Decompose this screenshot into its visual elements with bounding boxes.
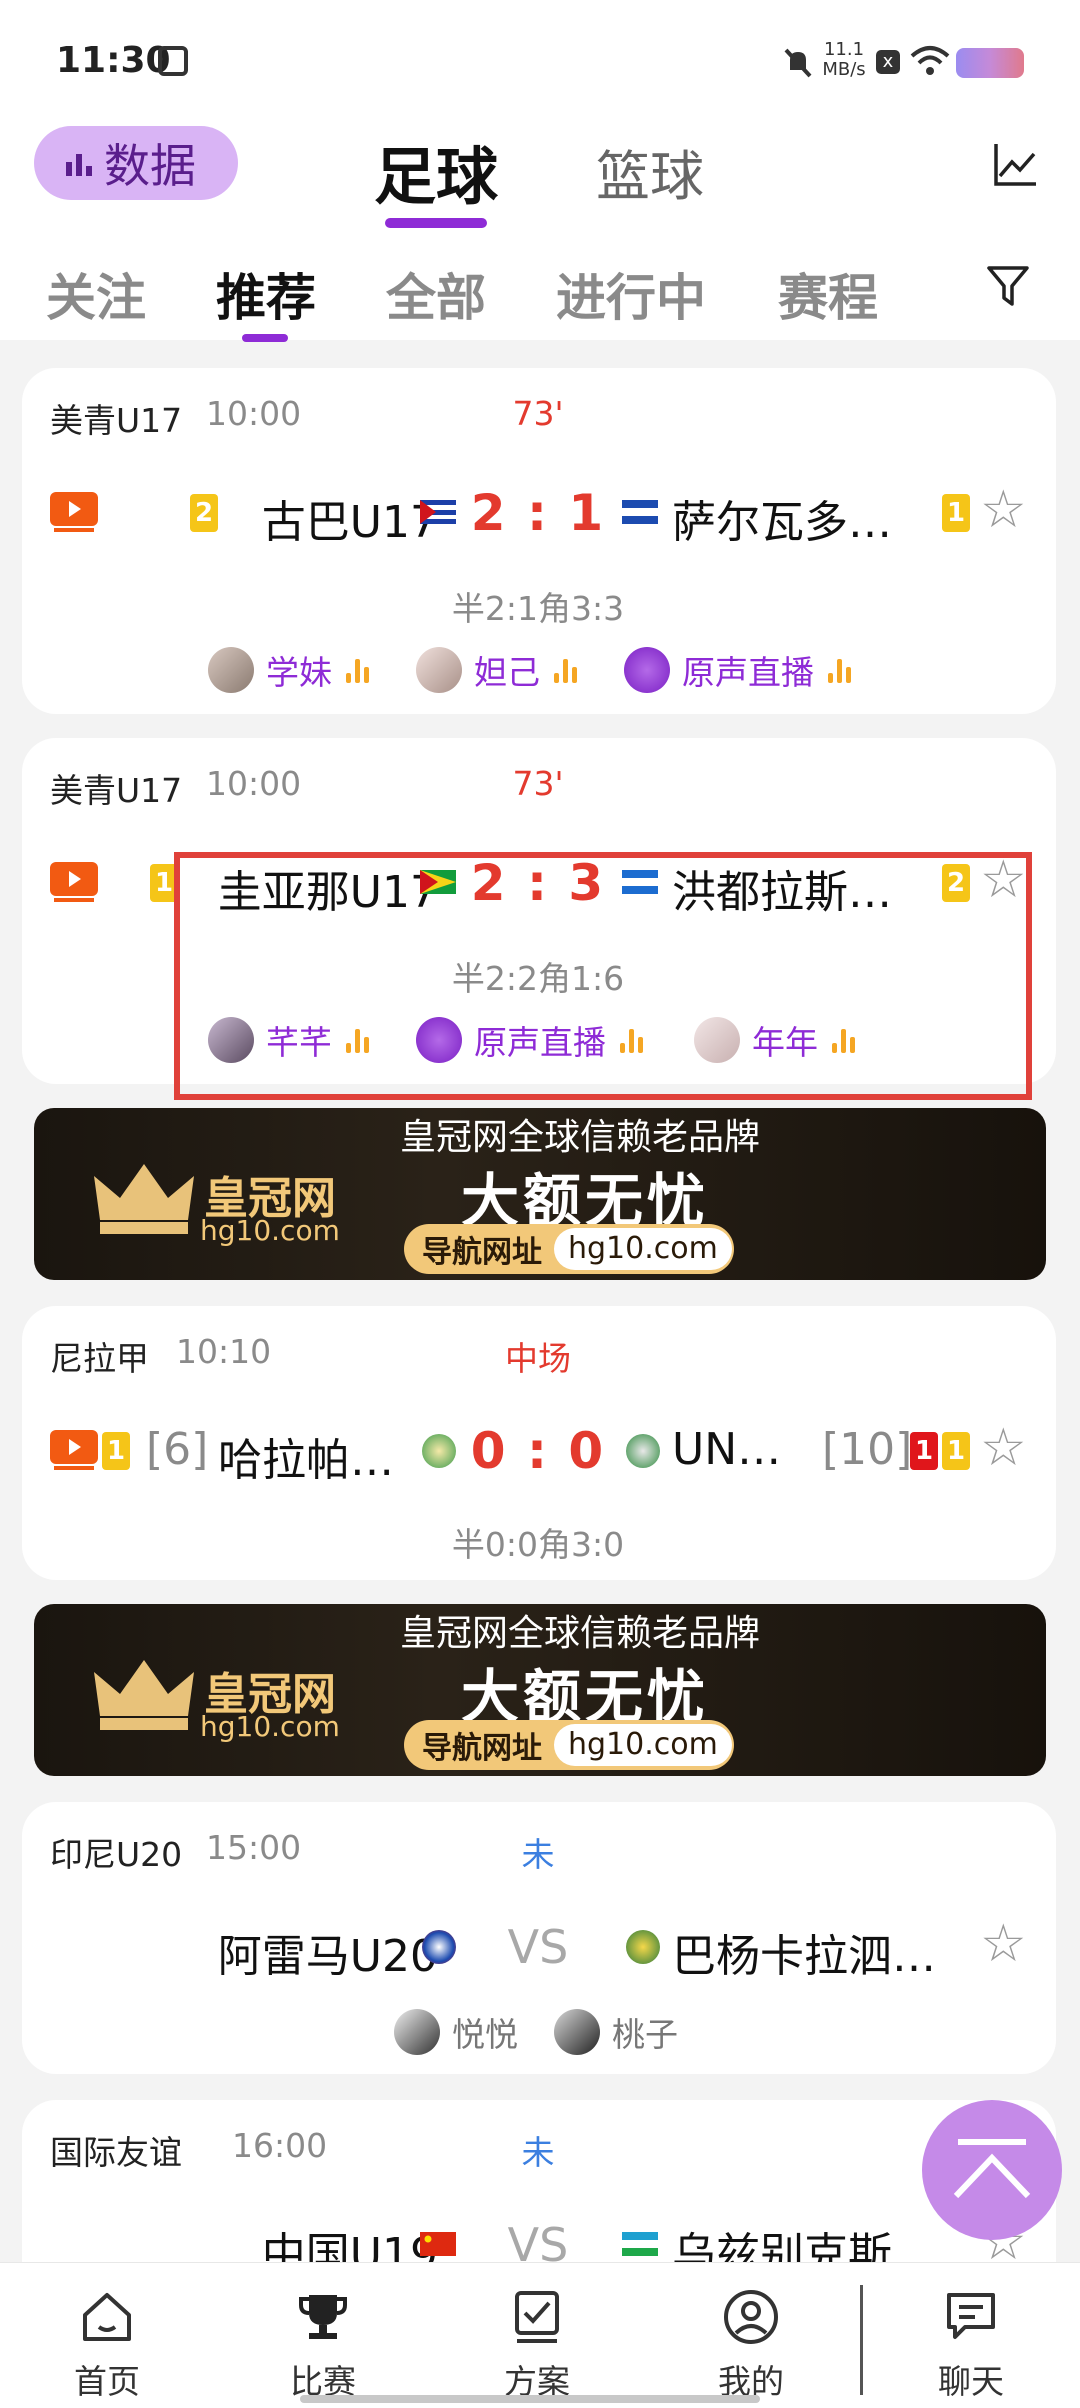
away-team: 萨尔瓦多… [672, 497, 892, 548]
live-bars-icon [828, 657, 851, 683]
match-card[interactable]: 美青U17 10:00 73' 2 古巴U17 2 : 1 萨尔瓦多… 1 ☆ … [22, 368, 1056, 714]
home-team: 阿雷马U20 [217, 1931, 438, 1982]
tab-recommend[interactable]: 推荐 [216, 258, 316, 330]
status-bar: 11:30 11.1 MB/s x [0, 0, 1080, 120]
versus-label: VS [507, 1920, 569, 1974]
data-button[interactable]: 数据 [34, 126, 238, 200]
favorite-star-icon[interactable]: ☆ [980, 1918, 1027, 1970]
anchor-stream[interactable]: 妲己 [416, 646, 577, 694]
league-name: 美青U17 [50, 401, 183, 440]
team-badge-icon [626, 1930, 660, 1964]
banner-nav-pill[interactable]: 导航网址 hg10.com [404, 1720, 734, 1770]
nav-divider [860, 2285, 863, 2395]
wifi-icon [910, 46, 950, 75]
match-status: 73' [512, 764, 564, 803]
original-broadcast-avatar [624, 647, 670, 693]
match-score: 0 : 0 [470, 1422, 606, 1480]
avatar [416, 647, 462, 693]
away-team: UN… [672, 1424, 782, 1475]
banner-headline: 皇冠网全球信赖老品牌 [399, 1613, 760, 1654]
live-bars-icon [554, 657, 577, 683]
favorite-star-icon[interactable]: ☆ [980, 1422, 1027, 1474]
ad-banner[interactable]: 皇冠网 hg10.com 皇冠网全球信赖老品牌 大额无忧 导航网址 hg10.co… [34, 1108, 1046, 1280]
tab-live[interactable]: 进行中 [556, 258, 706, 330]
league-name: 印尼U20 [50, 1835, 183, 1874]
anchor-stream[interactable]: 学妹 [208, 646, 369, 694]
uzbekistan-flag-icon [622, 2232, 658, 2256]
away-yellow-card: 1 [942, 1432, 970, 1470]
avatar [554, 2009, 600, 2055]
tab-schedule[interactable]: 赛程 [778, 258, 878, 330]
live-video-icon[interactable] [50, 1430, 98, 1470]
anchor-stream[interactable]: 悦悦 [394, 2008, 518, 2056]
avatar [394, 2009, 440, 2055]
team-badge-icon [626, 1434, 660, 1468]
away-yellow-card: 1 [942, 494, 970, 532]
match-status: 中场 [505, 1339, 571, 1378]
match-time: 10:00 [206, 394, 302, 433]
arrow-up-icon [953, 2139, 1031, 2199]
tab-football[interactable]: 足球 [374, 126, 498, 228]
tab-active-indicator [242, 334, 288, 342]
home-indicator [300, 2395, 760, 2403]
banner-headline: 皇冠网全球信赖老品牌 [399, 1117, 760, 1158]
match-time: 10:00 [206, 764, 302, 803]
filter-icon[interactable] [986, 264, 1030, 308]
scroll-to-top-button[interactable] [922, 2100, 1062, 2240]
highlight-box [174, 852, 1032, 1100]
match-status: 未 [521, 2133, 555, 2172]
league-name: 尼拉甲 [50, 1339, 149, 1378]
bar-chart-icon [66, 154, 92, 176]
home-team: 哈拉帕… [218, 1435, 394, 1486]
user-icon [724, 2290, 778, 2344]
tab-basketball[interactable]: 篮球 [596, 132, 704, 211]
el-salvador-flag-icon [622, 500, 658, 524]
match-halftime-corners: 半2:1角3:3 [451, 589, 625, 628]
match-status: 未 [521, 1835, 555, 1874]
live-video-icon[interactable] [50, 862, 98, 902]
match-card[interactable]: 印尼U20 15:00 未 阿雷马U20 VS 巴杨卡拉泗… ☆ 悦悦 桃子 [22, 1802, 1056, 2074]
match-time: 15:00 [206, 1828, 302, 1867]
tab-follow[interactable]: 关注 [46, 258, 146, 330]
match-halftime-corners: 半0:0角3:0 [451, 1525, 625, 1564]
home-team: 古巴U17 [261, 497, 438, 548]
away-red-card: 1 [910, 1432, 938, 1470]
app-notification-icon: x [876, 50, 900, 74]
home-yellow-card: 1 [102, 1432, 130, 1470]
match-time: 10:10 [176, 1332, 272, 1371]
home-icon [83, 2293, 131, 2341]
data-button-label: 数据 [104, 139, 196, 193]
league-name: 美青U17 [50, 771, 183, 810]
app-header: 数据 足球 篮球 关注 推荐 全部 进行中 赛程 [0, 120, 1080, 342]
checklist-icon [515, 2291, 559, 2343]
home-yellow-card: 2 [190, 494, 218, 532]
net-speed: 11.1 MB/s [822, 39, 866, 80]
mute-icon [784, 48, 812, 78]
chat-icon [947, 2293, 995, 2339]
trophy-icon [299, 2295, 347, 2339]
tab-all[interactable]: 全部 [386, 258, 486, 330]
match-status: 73' [512, 394, 564, 433]
match-card[interactable]: 尼拉甲 10:10 中场 1 [6] 哈拉帕… 0 : 0 UN… [10] 1… [22, 1306, 1056, 1580]
bottom-navigation: 首页 比赛 方案 我的 聊天 [0, 2262, 1080, 2408]
clock: 11:30 [56, 40, 171, 81]
away-team: 巴杨卡拉泗… [672, 1931, 936, 1982]
league-name: 国际友谊 [50, 2133, 182, 2172]
screenshot-icon [158, 46, 188, 76]
match-score: 2 : 1 [470, 484, 606, 542]
anchor-stream[interactable]: 原声直播 [624, 646, 851, 694]
avatar [208, 647, 254, 693]
match-time: 16:00 [232, 2126, 328, 2165]
home-rank: [6] [146, 1424, 209, 1475]
banner-nav-pill[interactable]: 导航网址 hg10.com [404, 1224, 734, 1274]
live-bars-icon [346, 657, 369, 683]
away-rank: [10] [822, 1424, 913, 1475]
ad-banner[interactable]: 皇冠网 hg10.com 皇冠网全球信赖老品牌 大额无忧 导航网址 hg10.co… [34, 1604, 1046, 1776]
live-video-icon[interactable] [50, 492, 98, 532]
battery-icon [956, 48, 1024, 78]
anchor-stream[interactable]: 桃子 [554, 2008, 678, 2056]
favorite-star-icon[interactable]: ☆ [980, 484, 1027, 536]
trend-chart-icon[interactable] [992, 142, 1038, 188]
